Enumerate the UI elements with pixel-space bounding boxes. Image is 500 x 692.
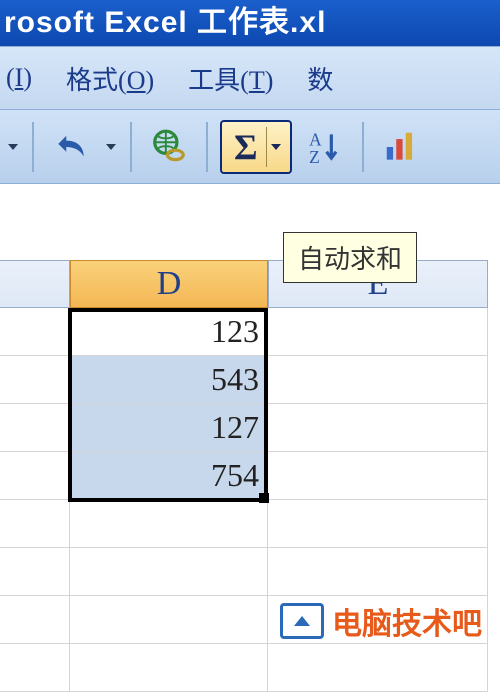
toolbar-separator: [32, 122, 34, 172]
menu-format[interactable]: 格式(O): [66, 60, 154, 97]
cell[interactable]: [0, 548, 70, 596]
undo-icon: [52, 128, 90, 166]
table-row: [0, 500, 488, 548]
autosum-button[interactable]: Σ: [226, 126, 266, 168]
menu-bar: (I) 格式(O) 工具(T) 数: [0, 46, 500, 110]
cell[interactable]: [0, 596, 70, 644]
watermark: 电脑技术吧: [280, 599, 482, 643]
autosum-dropdown[interactable]: [266, 127, 286, 167]
cell[interactable]: [70, 596, 268, 644]
watermark-text: 电脑技术吧: [332, 599, 482, 643]
cell[interactable]: [0, 500, 70, 548]
column-header-d[interactable]: D: [70, 260, 268, 308]
toolbar-separator: [362, 122, 364, 172]
cell[interactable]: [0, 308, 70, 356]
cell[interactable]: [0, 452, 70, 500]
table-row: [0, 644, 488, 692]
cell-d4[interactable]: 754: [70, 452, 268, 500]
undo-dropdown[interactable]: [104, 144, 118, 150]
cell[interactable]: [268, 356, 488, 404]
cell[interactable]: [0, 356, 70, 404]
cell[interactable]: [268, 452, 488, 500]
autosum-button-group: Σ: [220, 120, 292, 174]
cell-d1[interactable]: 123: [70, 308, 268, 356]
cell[interactable]: [268, 644, 488, 692]
watermark-icon: [280, 603, 324, 639]
cell[interactable]: [0, 404, 70, 452]
sort-asc-icon: A Z: [306, 128, 344, 166]
cell-d3[interactable]: 127: [70, 404, 268, 452]
cell[interactable]: [268, 500, 488, 548]
sort-asc-button[interactable]: A Z: [300, 120, 350, 174]
menu-tools[interactable]: 工具(T): [188, 60, 273, 97]
cell[interactable]: [0, 644, 70, 692]
menu-insert[interactable]: (I): [6, 63, 32, 93]
table-row: 127: [0, 404, 488, 452]
table-row: 543: [0, 356, 488, 404]
undo-button[interactable]: [46, 120, 96, 174]
table-row: [0, 548, 488, 596]
toolbar-dropdown[interactable]: [6, 144, 20, 150]
cell[interactable]: [70, 644, 268, 692]
chart-icon: [382, 128, 420, 166]
column-header-c[interactable]: [0, 260, 70, 308]
toolbar: Σ A Z: [0, 110, 500, 184]
table-row: 123: [0, 308, 488, 356]
menu-data[interactable]: 数: [307, 60, 333, 97]
cell[interactable]: [268, 548, 488, 596]
table-row: 754: [0, 452, 488, 500]
cell[interactable]: [268, 404, 488, 452]
chart-button[interactable]: [376, 120, 426, 174]
toolbar-separator: [206, 122, 208, 172]
cell[interactable]: [70, 500, 268, 548]
globe-link-icon: [150, 128, 188, 166]
cell-d2[interactable]: 543: [70, 356, 268, 404]
window-title: rosoft Excel 工作表.xl: [0, 0, 500, 46]
svg-text:Z: Z: [309, 146, 320, 165]
autosum-tooltip: 自动求和: [283, 232, 417, 283]
hyperlink-button[interactable]: [144, 120, 194, 174]
cell[interactable]: [70, 548, 268, 596]
toolbar-separator: [130, 122, 132, 172]
cell[interactable]: [268, 308, 488, 356]
